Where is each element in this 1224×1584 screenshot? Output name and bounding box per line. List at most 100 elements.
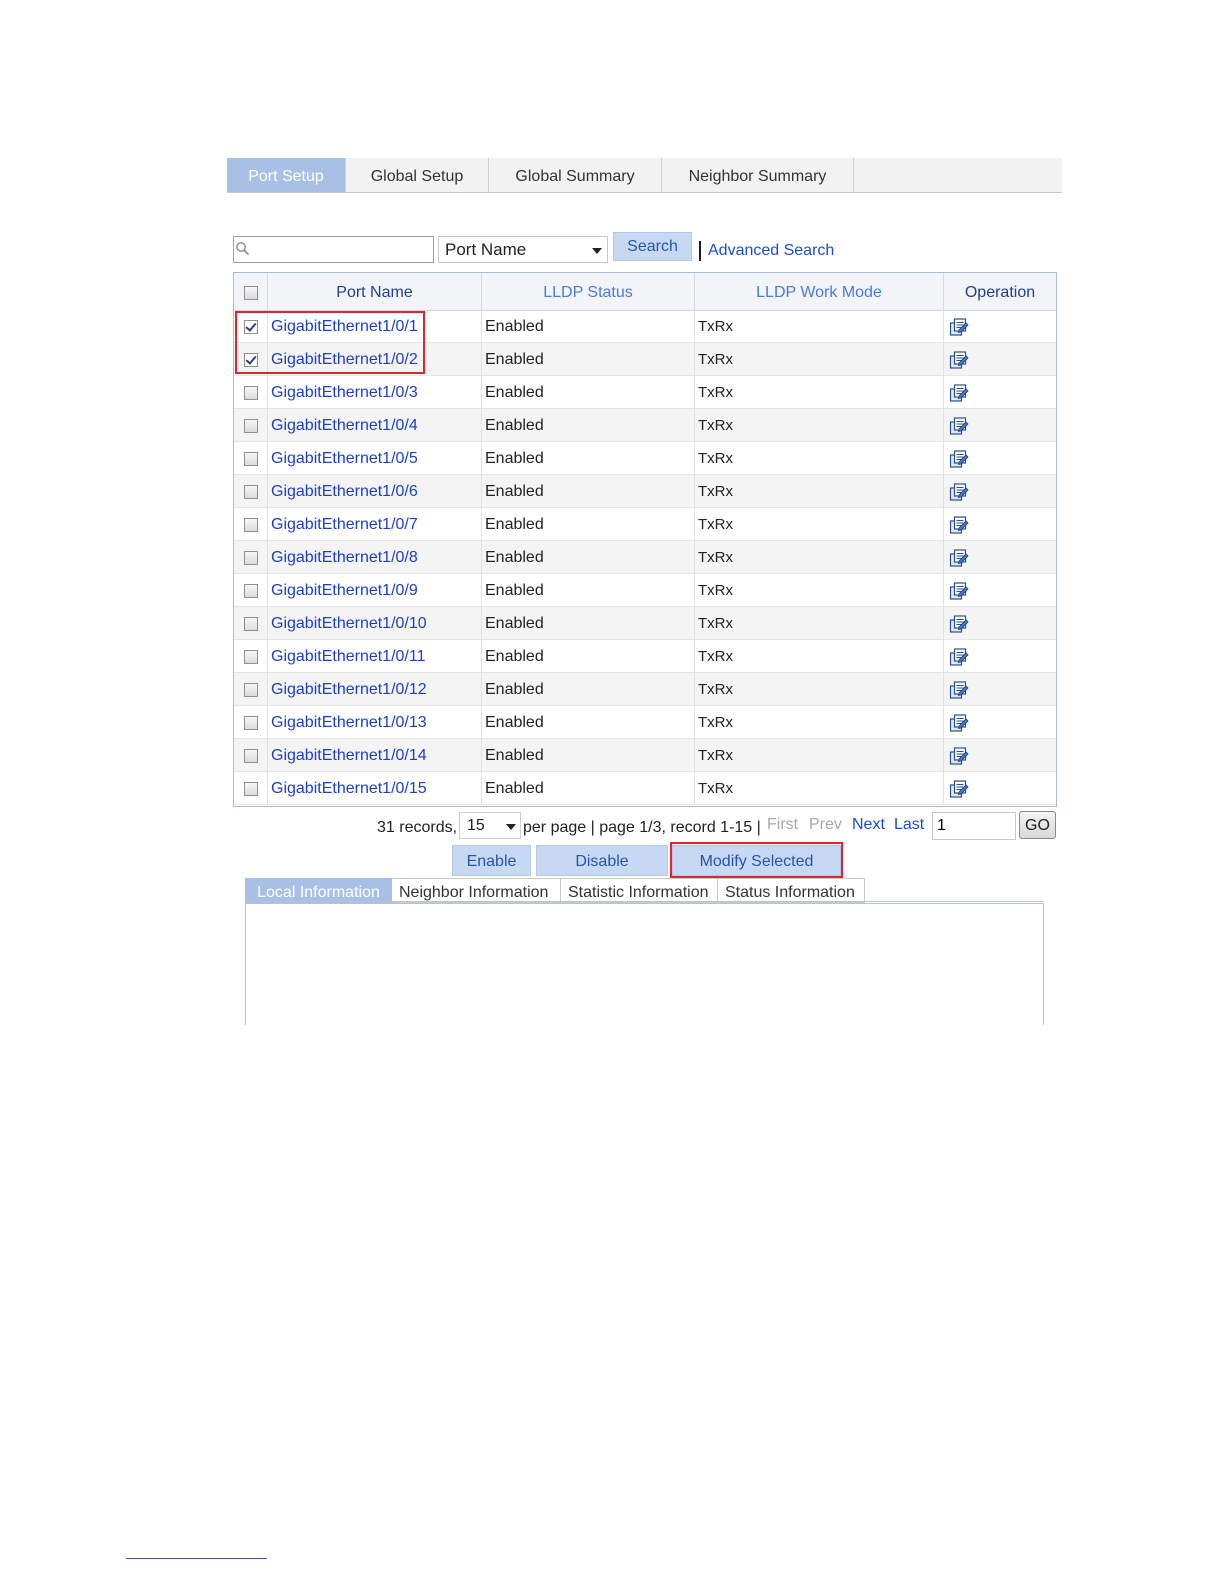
go-button[interactable]: GO [1019, 811, 1056, 839]
table-row[interactable]: GigabitEthernet1/0/5 Enabled TxRx [234, 442, 1056, 475]
tab-status-information[interactable]: Status Information [718, 878, 865, 903]
table-row[interactable]: GigabitEthernet1/0/3 Enabled TxRx [234, 376, 1056, 409]
per-page-select[interactable]: 15 [459, 812, 521, 839]
row-checkbox[interactable] [244, 584, 258, 598]
row-checkbox[interactable] [244, 650, 258, 664]
tab-global-summary[interactable]: Global Summary [489, 158, 662, 192]
table-row[interactable]: GigabitEthernet1/0/12 Enabled TxRx [234, 673, 1056, 706]
port-name-cell: GigabitEthernet1/0/15 [268, 772, 482, 804]
enable-button[interactable]: Enable [452, 845, 531, 876]
lldp-work-mode-cell: TxRx [695, 772, 944, 804]
tab-global-setup[interactable]: Global Setup [346, 158, 489, 192]
table-row[interactable]: GigabitEthernet1/0/15 Enabled TxRx [234, 772, 1056, 805]
row-checkbox[interactable] [244, 782, 258, 796]
row-checkbox[interactable] [244, 683, 258, 697]
lldp-work-mode-cell: TxRx [695, 343, 944, 375]
port-name-link[interactable]: GigabitEthernet1/0/10 [271, 615, 427, 632]
port-name-link[interactable]: GigabitEthernet1/0/9 [271, 582, 418, 599]
tab-statistic-information[interactable]: Statistic Information [561, 878, 718, 903]
operation-cell [944, 673, 1056, 705]
port-name-link[interactable]: GigabitEthernet1/0/2 [271, 351, 418, 368]
advanced-search-link[interactable]: Advanced Search [708, 242, 834, 260]
modify-selected-button[interactable]: Modify Selected [672, 845, 841, 876]
header-lldp-status[interactable]: LLDP Status [482, 273, 695, 310]
tab-port-setup[interactable]: Port Setup [227, 158, 346, 192]
row-checkbox[interactable] [244, 551, 258, 565]
edit-icon[interactable] [949, 317, 969, 337]
edit-icon[interactable] [949, 515, 969, 535]
edit-icon[interactable] [949, 482, 969, 502]
port-name-cell: GigabitEthernet1/0/11 [268, 640, 482, 672]
edit-icon[interactable] [949, 647, 969, 667]
header-lldp-work-mode[interactable]: LLDP Work Mode [695, 273, 944, 310]
last-page-link[interactable]: Last [894, 816, 924, 834]
edit-icon[interactable] [949, 779, 969, 799]
port-name-link[interactable]: GigabitEthernet1/0/14 [271, 747, 427, 764]
row-checkbox[interactable] [244, 716, 258, 730]
table-row[interactable]: GigabitEthernet1/0/8 Enabled TxRx [234, 541, 1056, 574]
edit-icon[interactable] [949, 416, 969, 436]
chevron-down-icon [592, 248, 602, 254]
port-name-link[interactable]: GigabitEthernet1/0/13 [271, 714, 427, 731]
row-checkbox[interactable] [244, 419, 258, 433]
table-row[interactable]: GigabitEthernet1/0/4 Enabled TxRx [234, 409, 1056, 442]
table-row[interactable]: GigabitEthernet1/0/9 Enabled TxRx [234, 574, 1056, 607]
row-checkbox[interactable] [244, 617, 258, 631]
table-row[interactable]: GigabitEthernet1/0/2 Enabled TxRx [234, 343, 1056, 376]
tab-neighbor-information[interactable]: Neighbor Information [392, 878, 561, 903]
tab-neighbor-summary[interactable]: Neighbor Summary [662, 158, 854, 192]
per-page-value: 15 [467, 817, 485, 834]
row-checkbox[interactable] [244, 386, 258, 400]
prev-page-link[interactable]: Prev [809, 816, 842, 834]
tab-local-information[interactable]: Local Information [245, 878, 392, 903]
header-port-name[interactable]: Port Name [268, 273, 482, 310]
table-row[interactable]: GigabitEthernet1/0/13 Enabled TxRx [234, 706, 1056, 739]
table-row[interactable]: GigabitEthernet1/0/1 Enabled TxRx [234, 310, 1056, 343]
port-name-cell: GigabitEthernet1/0/8 [268, 541, 482, 573]
search-input[interactable] [233, 236, 434, 263]
port-name-link[interactable]: GigabitEthernet1/0/4 [271, 417, 418, 434]
table-row[interactable]: GigabitEthernet1/0/10 Enabled TxRx [234, 607, 1056, 640]
table-row[interactable]: GigabitEthernet1/0/14 Enabled TxRx [234, 739, 1056, 772]
edit-icon[interactable] [949, 680, 969, 700]
table-row[interactable]: GigabitEthernet1/0/6 Enabled TxRx [234, 475, 1056, 508]
port-name-link[interactable]: GigabitEthernet1/0/15 [271, 780, 427, 797]
lldp-work-mode-cell: TxRx [695, 574, 944, 606]
row-checkbox[interactable] [244, 485, 258, 499]
row-checkbox[interactable] [244, 749, 258, 763]
edit-icon[interactable] [949, 383, 969, 403]
edit-icon[interactable] [949, 581, 969, 601]
row-select-cell [234, 475, 268, 507]
page-number-input[interactable] [932, 812, 1016, 840]
lldp-status-cell: Enabled [482, 739, 695, 771]
edit-icon[interactable] [949, 746, 969, 766]
disable-button[interactable]: Disable [536, 845, 668, 876]
row-checkbox[interactable] [244, 518, 258, 532]
port-name-link[interactable]: GigabitEthernet1/0/3 [271, 384, 418, 401]
edit-icon[interactable] [949, 614, 969, 634]
lldp-status-cell: Enabled [482, 409, 695, 441]
port-name-link[interactable]: GigabitEthernet1/0/11 [271, 648, 425, 665]
port-name-link[interactable]: GigabitEthernet1/0/6 [271, 483, 418, 500]
row-checkbox[interactable] [244, 320, 258, 334]
port-name-link[interactable]: GigabitEthernet1/0/7 [271, 516, 418, 533]
next-page-link[interactable]: Next [852, 816, 885, 834]
table-row[interactable]: GigabitEthernet1/0/11 Enabled TxRx [234, 640, 1056, 673]
search-button[interactable]: Search [613, 232, 692, 261]
port-name-cell: GigabitEthernet1/0/10 [268, 607, 482, 639]
port-name-link[interactable]: GigabitEthernet1/0/8 [271, 549, 418, 566]
first-page-link[interactable]: First [767, 816, 798, 834]
select-all-checkbox[interactable] [244, 286, 258, 300]
port-name-link[interactable]: GigabitEthernet1/0/5 [271, 450, 418, 467]
search-field-select[interactable]: Port Name [438, 236, 608, 263]
table-row[interactable]: GigabitEthernet1/0/7 Enabled TxRx [234, 508, 1056, 541]
row-checkbox[interactable] [244, 452, 258, 466]
edit-icon[interactable] [949, 548, 969, 568]
port-name-link[interactable]: GigabitEthernet1/0/12 [271, 681, 427, 698]
edit-icon[interactable] [949, 713, 969, 733]
edit-icon[interactable] [949, 350, 969, 370]
port-name-link[interactable]: GigabitEthernet1/0/1 [271, 318, 418, 335]
row-checkbox[interactable] [244, 353, 258, 367]
records-count: 31 records, [377, 819, 458, 836]
edit-icon[interactable] [949, 449, 969, 469]
